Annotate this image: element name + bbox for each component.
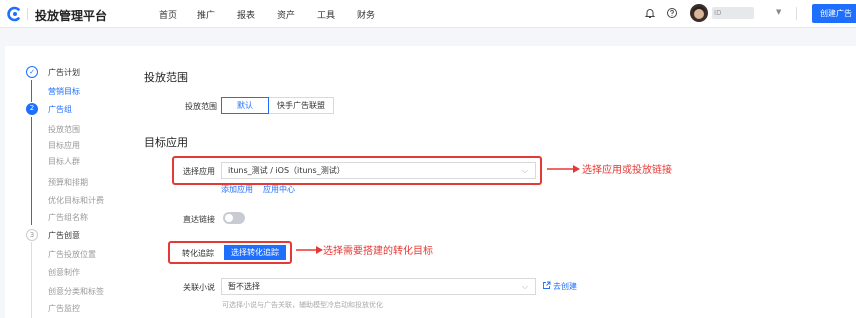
sub-item-category-tags[interactable]: 创意分类和标签 (48, 286, 104, 297)
account-name[interactable]: ID (712, 7, 754, 19)
nav-finance[interactable]: 财务 (357, 8, 375, 21)
sub-item-audience[interactable]: 目标人群 (48, 156, 80, 167)
nav-home[interactable]: 首页 (159, 8, 177, 21)
step-2-title[interactable]: 广告组 (48, 104, 72, 115)
avatar-face-icon (693, 6, 705, 19)
sub-item-monitoring[interactable]: 广告监控 (48, 303, 80, 314)
brand-title: 投放管理平台 (35, 9, 108, 23)
scope-section-title: 投放范围 (144, 71, 188, 84)
add-app-link[interactable]: 添加应用 (221, 184, 253, 195)
chevron-down-icon: ⌵ (521, 282, 528, 291)
novel-label: 关联小说 (183, 283, 215, 292)
platform-logo-icon (7, 6, 20, 22)
bell-icon[interactable] (644, 7, 656, 19)
nav-reports[interactable]: 报表 (237, 8, 255, 21)
novel-select-value: 暂不选择 (228, 282, 260, 291)
app-center-link[interactable]: 应用中心 (263, 184, 295, 195)
step-1-connector (31, 80, 32, 102)
novel-select[interactable]: 暂不选择 ⌵ (221, 278, 536, 295)
steps-sidebar: ✓ 广告计划 营销目标 2 广告组 投放范围 目标应用 目标人群 预算和排期 优… (5, 46, 125, 318)
nav-promotion[interactable]: 推广 (197, 8, 215, 21)
direct-link-toggle[interactable] (223, 212, 245, 224)
step-1-check-icon: ✓ (26, 66, 38, 78)
step-3-connector (31, 242, 32, 318)
sub-item-group-name[interactable]: 广告组名称 (48, 212, 88, 223)
sub-item-creative[interactable]: 创意制作 (48, 267, 80, 278)
app-annotation: 选择应用或投放链接 (582, 165, 672, 176)
create-novel-link[interactable]: 去创建 (553, 281, 577, 292)
scope-option-default[interactable]: 默认 (221, 97, 269, 114)
sub-item-target-app[interactable]: 目标应用 (48, 140, 80, 151)
app-select-value: ituns_测试 / iOS（ituns_测试） (228, 166, 345, 175)
sub-item-marketing-goal[interactable]: 营销目标 (48, 86, 80, 97)
step-2-connector (31, 117, 32, 225)
top-bar: 投放管理平台 首页 推广 报表 资产 工具 财务 ID ▼ 创建广告 (0, 0, 856, 28)
help-icon[interactable] (666, 7, 678, 19)
sub-item-placement[interactable]: 广告投放位置 (48, 249, 96, 260)
chevron-down-icon: ⌵ (521, 166, 528, 175)
toggle-knob (225, 214, 233, 222)
account-caret-icon[interactable]: ▼ (776, 8, 781, 16)
annotation-arrow-icon (547, 165, 580, 173)
step-2-badge: 2 (26, 103, 38, 115)
sub-item-scope[interactable]: 投放范围 (48, 124, 80, 135)
conversion-annotation: 选择需要搭建的转化目标 (323, 246, 433, 257)
avatar[interactable] (690, 4, 708, 22)
sub-item-budget[interactable]: 预算和排期 (48, 177, 88, 188)
step-3-badge: 3 (26, 229, 38, 241)
app-select-label: 选择应用 (183, 167, 215, 176)
nav-tools[interactable]: 工具 (317, 8, 335, 21)
conversion-label: 转化追踪 (182, 249, 214, 258)
create-ad-button[interactable]: 创建广告 (812, 4, 856, 23)
target-app-section-title: 目标应用 (144, 136, 188, 149)
nav-assets[interactable]: 资产 (277, 8, 295, 21)
annotation-arrow-2-icon (296, 246, 323, 254)
step-1-title[interactable]: 广告计划 (48, 67, 80, 78)
step-3-title[interactable]: 广告创意 (48, 230, 80, 241)
logo-divider (27, 8, 28, 20)
app-select[interactable]: ituns_测试 / iOS（ituns_测试） ⌵ (221, 162, 536, 179)
external-link-icon[interactable] (542, 281, 551, 290)
scope-option-union[interactable]: 快手广告联盟 (268, 97, 334, 114)
novel-hint: 可选择小说与广告关联，辅助模型冷启动和投放优化 (222, 301, 383, 309)
select-conversion-button[interactable]: 选择转化追踪 (224, 245, 286, 260)
topbar-divider (796, 7, 797, 20)
main-card: ✓ 广告计划 营销目标 2 广告组 投放范围 目标应用 目标人群 预算和排期 优… (5, 46, 856, 318)
scope-label: 投放范围 (185, 102, 217, 111)
direct-link-label: 直达链接 (183, 215, 215, 224)
sub-item-optimization[interactable]: 优化目标和计费 (48, 195, 104, 206)
